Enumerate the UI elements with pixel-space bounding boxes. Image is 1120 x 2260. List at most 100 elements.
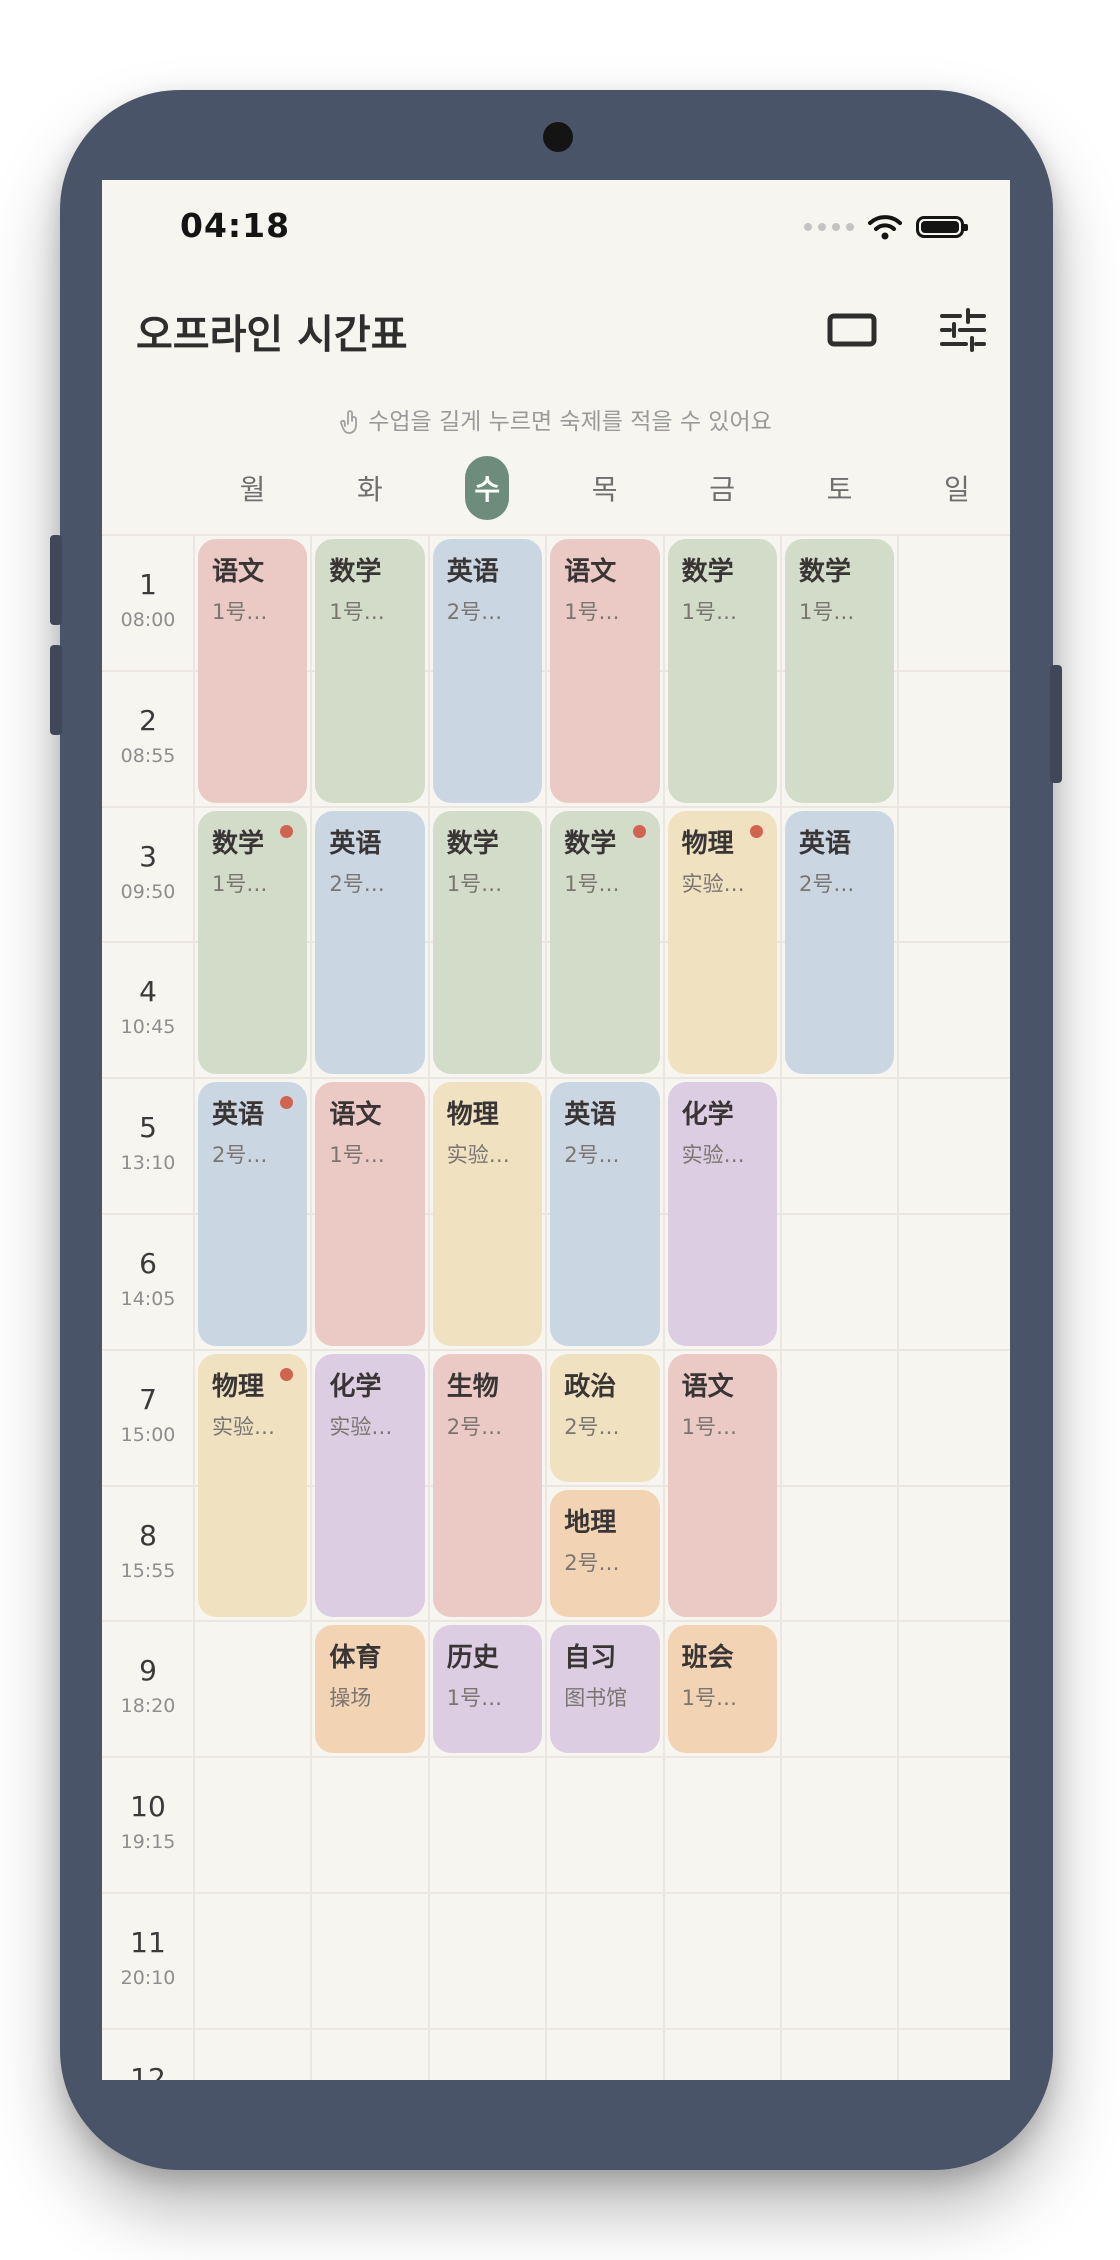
view-mode-icon[interactable] (826, 308, 878, 352)
course-card[interactable]: 语文 1号… (550, 539, 660, 803)
day-tab-5[interactable]: 토 (781, 458, 898, 518)
period-label: 1 08:00 (102, 534, 194, 631)
course-card[interactable]: 语文 1号… (198, 539, 308, 803)
course-card[interactable]: 英语 2号… (785, 810, 895, 1075)
course-room: 2号… (564, 1414, 620, 1439)
course-card[interactable]: 政治 2号… (550, 1353, 660, 1482)
hint-text-row: 수업을 길게 누르면 숙제를 적을 수 있어요 (102, 402, 1010, 436)
course-name: 英语 (799, 828, 852, 859)
grid-column-line (780, 534, 782, 2080)
course-name: 化学 (329, 1371, 382, 1402)
grid-row-line (102, 1077, 1010, 1080)
settings-sliders-icon[interactable] (938, 308, 990, 352)
course-room: 1号… (681, 1414, 737, 1439)
period-label: 3 09:50 (102, 806, 194, 903)
day-tab-0[interactable]: 월 (194, 458, 311, 518)
course-card[interactable]: 物理 实验… (667, 810, 777, 1075)
course-name: 物理 (446, 1100, 499, 1131)
page-title: 오프라인 시간표 (136, 312, 408, 358)
volume-down-button (50, 645, 62, 735)
signal-dots-icon (804, 223, 854, 231)
course-card[interactable]: 语文 1号… (315, 1082, 425, 1346)
course-name: 政治 (564, 1371, 617, 1402)
course-card[interactable]: 物理 实验… (198, 1353, 308, 1618)
timetable-grid: 1 08:00 2 08:55 3 09:50 4 10:45 5 13:10 6 14:05 7 15:… (102, 534, 1010, 2080)
day-label: 금 (709, 473, 735, 506)
wifi-icon (868, 215, 902, 240)
course-card[interactable]: 物理实验… (432, 1082, 543, 1346)
course-card[interactable]: 地理 2号… (550, 1489, 660, 1618)
course-name: 英语 (446, 557, 499, 587)
course-room: 1号… (799, 600, 855, 624)
course-room: 2号… (446, 600, 503, 624)
course-card[interactable]: 自习 图书馆 (550, 1625, 660, 1754)
status-time: 04:18 (180, 206, 291, 245)
period-time: 14:05 (120, 1288, 176, 1310)
app-screen: 04:18 오프라인 시간표 수업을 길게 누르면 숙제를 적을 수 있어요 1… (102, 180, 1010, 2080)
day-tab-6[interactable]: 일 (898, 458, 1010, 518)
homework-indicator-dot (280, 824, 294, 838)
battery-icon (916, 216, 968, 238)
day-tab-1[interactable]: 화 (311, 458, 428, 518)
day-label: 토 (826, 473, 853, 506)
course-card[interactable]: 数学 1号… (198, 810, 308, 1075)
day-tab-2[interactable]: 수 (429, 456, 546, 520)
course-name: 语文 (564, 557, 617, 587)
grid-column-line (662, 534, 665, 2080)
course-name: 数学 (681, 557, 734, 587)
grid-row-line (102, 534, 1010, 536)
period-time: 08:00 (120, 609, 176, 631)
front-camera (543, 122, 573, 152)
course-card[interactable]: 数学 1号… (667, 539, 777, 803)
period-number: 8 (139, 1518, 157, 1552)
course-room: 1号… (446, 1686, 503, 1711)
course-card[interactable]: 英语 2号… (198, 1082, 308, 1346)
homework-indicator-dot (632, 824, 646, 838)
course-card[interactable]: 数学 1号… (785, 539, 895, 803)
day-label: 목 (591, 473, 618, 506)
day-label: 일 (944, 473, 970, 506)
course-card[interactable]: 语文 1号… (667, 1353, 777, 1618)
period-time: 18:20 (120, 1695, 176, 1718)
course-card[interactable]: 化学 实验… (667, 1082, 777, 1346)
status-icons (804, 210, 968, 244)
course-room: 2号… (446, 1414, 503, 1439)
course-room: 2号… (212, 1143, 268, 1168)
course-room: 1号… (329, 1143, 385, 1168)
hand-press-icon (340, 409, 358, 434)
course-card[interactable]: 数学 1号… (432, 810, 543, 1075)
course-card[interactable]: 班会 1号… (667, 1625, 777, 1754)
period-number: 4 (139, 975, 157, 1009)
grid-row-line (102, 2027, 1010, 2030)
course-card[interactable]: 英语 2号… (315, 810, 425, 1075)
course-card[interactable]: 化学 实验… (315, 1353, 425, 1618)
course-room: 2号… (329, 871, 385, 896)
course-card[interactable]: 体育 操场 (315, 1625, 425, 1754)
day-tab-3[interactable]: 목 (546, 458, 663, 518)
homework-indicator-dot (749, 824, 763, 838)
period-time: 09:50 (120, 880, 176, 903)
course-card[interactable]: 历史 1号… (432, 1625, 543, 1754)
course-room: 实验… (446, 1143, 510, 1168)
day-label: 월 (239, 473, 266, 506)
course-card[interactable]: 数学 1号… (550, 810, 660, 1075)
course-name: 数学 (329, 557, 382, 587)
course-name: 数学 (446, 828, 499, 859)
day-tab-4[interactable]: 금 (664, 458, 781, 518)
course-room: 1号… (564, 600, 620, 624)
course-card[interactable]: 英语 2号… (432, 539, 543, 803)
period-label: 9 18:20 (102, 1620, 194, 1717)
period-label: 10 19:15 (102, 1756, 194, 1853)
grid-column-line (897, 534, 900, 2080)
course-card[interactable]: 生物 2号… (432, 1353, 543, 1618)
day-label: 수 (465, 456, 510, 520)
course-card[interactable]: 英语 2号… (550, 1082, 660, 1346)
course-room: 2号… (564, 1550, 620, 1575)
period-label: 7 15:00 (102, 1349, 194, 1446)
course-room: 2号… (564, 1143, 620, 1168)
course-card[interactable]: 数学 1号… (315, 539, 425, 803)
volume-up-button (50, 535, 62, 625)
day-label: 화 (357, 473, 383, 506)
period-time: 15:00 (120, 1423, 176, 1446)
course-room: 操场 (329, 1686, 372, 1711)
